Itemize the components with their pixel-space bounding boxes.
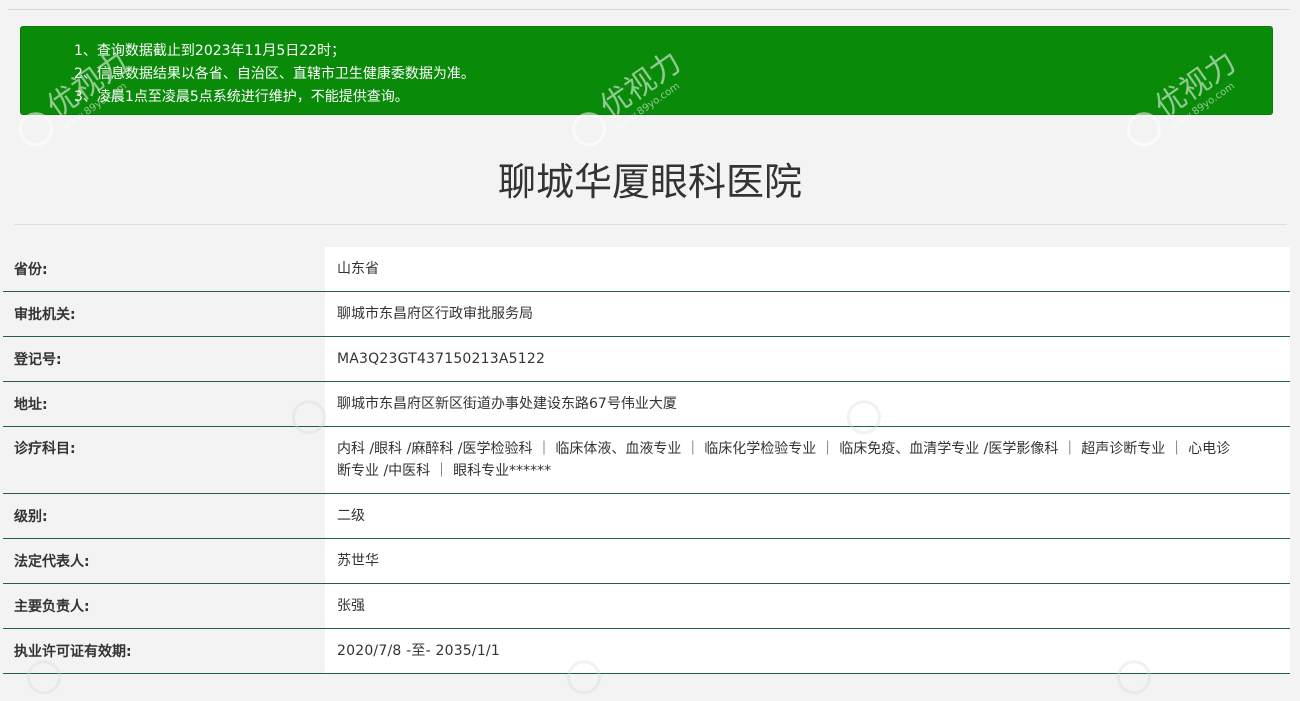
notice-line-2: 2、信息数据结果以各省、自治区、直辖市卫生健康委数据为准。 [74, 66, 475, 82]
row-label: 登记号: [3, 337, 325, 381]
top-divider [8, 9, 1290, 10]
row-address: 地址: 聊城市东昌府区新区街道办事处建设东路67号伟业大厦 [3, 382, 1290, 427]
notice-line-1: 1、查询数据截止到2023年11月5日22时； [74, 43, 346, 59]
row-label: 执业许可证有效期: [3, 629, 325, 673]
row-license-validity: 执业许可证有效期: 2020/7/8 -至- 2035/1/1 [3, 629, 1290, 674]
row-label: 主要负责人: [3, 584, 325, 628]
row-value: 山东省 [325, 247, 1290, 291]
row-label: 地址: [3, 382, 325, 426]
row-value: 聊城市东昌府区新区街道办事处建设东路67号伟业大厦 [325, 382, 1290, 426]
row-value: 苏世华 [325, 539, 1290, 583]
row-registration-number: 登记号: MA3Q23GT437150213A5122 [3, 337, 1290, 382]
notice-line-3: 3、凌晨1点至凌晨5点系统进行维护，不能提供查询。 [74, 89, 409, 105]
title-divider [14, 224, 1287, 225]
row-legal-representative: 法定代表人: 苏世华 [3, 539, 1290, 584]
row-value: 聊城市东昌府区行政审批服务局 [325, 292, 1290, 336]
row-value: 二级 [325, 494, 1290, 538]
row-label: 法定代表人: [3, 539, 325, 583]
row-value: 内科 /眼科 /麻醉科 /医学检验科 ｜ 临床体液、血液专业 ｜ 临床化学检验专… [325, 427, 1290, 493]
row-label: 诊疗科目: [3, 427, 325, 493]
row-approval-authority: 审批机关: 聊城市东昌府区行政审批服务局 [3, 292, 1290, 337]
row-level: 级别: 二级 [3, 494, 1290, 539]
row-label: 省份: [3, 247, 325, 291]
row-label: 审批机关: [3, 292, 325, 336]
row-province: 省份: 山东省 [3, 247, 1290, 292]
row-value: 张强 [325, 584, 1290, 628]
hospital-info-table: 省份: 山东省 审批机关: 聊城市东昌府区行政审批服务局 登记号: MA3Q23… [3, 247, 1290, 674]
notice-banner: 1、查询数据截止到2023年11月5日22时； 2、信息数据结果以各省、自治区、… [20, 26, 1273, 115]
page-title: 聊城华厦眼科医院 [497, 160, 802, 204]
row-principal: 主要负责人: 张强 [3, 584, 1290, 629]
row-departments: 诊疗科目: 内科 /眼科 /麻醉科 /医学检验科 ｜ 临床体液、血液专业 ｜ 临… [3, 427, 1290, 494]
row-value: MA3Q23GT437150213A5122 [325, 337, 1290, 381]
row-label: 级别: [3, 494, 325, 538]
row-value: 2020/7/8 -至- 2035/1/1 [325, 629, 1290, 673]
